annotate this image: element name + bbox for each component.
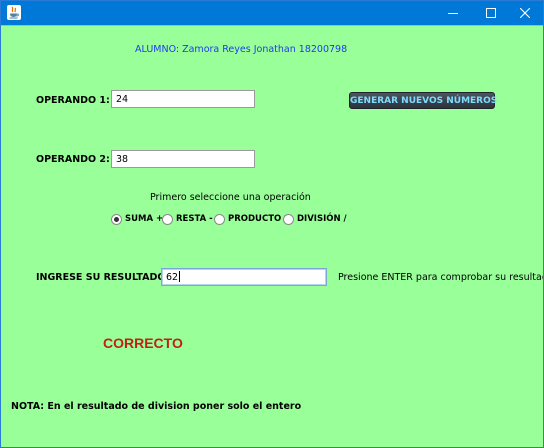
operand1-value: 24 — [116, 94, 129, 105]
close-icon — [520, 8, 530, 18]
division-note: NOTA: En el resultado de division poner … — [11, 401, 302, 412]
main-panel: ALUMNO: Zamora Reyes Jonathan 18200798 O… — [1, 25, 543, 447]
minimize-button[interactable] — [435, 1, 471, 25]
text-caret — [179, 271, 181, 282]
operand1-label: OPERANDO 1: — [36, 95, 110, 106]
radio-division[interactable]: DIVISIÓN / — [283, 212, 347, 226]
title-bar[interactable] — [1, 1, 543, 25]
operation-prompt: Primero seleccione una operación — [150, 192, 311, 203]
radio-unchecked-icon[interactable] — [214, 213, 225, 225]
operand2-label: OPERANDO 2: — [36, 154, 110, 165]
top-divider — [1, 25, 543, 26]
radio-suma-label: SUMA + — [125, 214, 164, 224]
radio-unchecked-icon[interactable] — [162, 213, 173, 225]
radio-producto[interactable]: PRODUCTO * — [214, 212, 289, 226]
student-name: ALUMNO: Zamora Reyes Jonathan 18200798 — [135, 44, 348, 55]
result-input[interactable]: 62 — [161, 268, 327, 286]
maximize-icon — [486, 8, 496, 18]
radio-unchecked-icon[interactable] — [283, 213, 294, 225]
maximize-button[interactable] — [473, 1, 509, 25]
result-label: INGRESE SU RESULTADO: — [36, 272, 170, 283]
radio-resta-label: RESTA - — [176, 214, 213, 224]
radio-division-label: DIVISIÓN / — [297, 214, 347, 224]
result-value: 62 — [166, 272, 179, 283]
close-button[interactable] — [507, 1, 543, 25]
feedback-correct: CORRECTO — [103, 335, 183, 351]
operand2-field[interactable]: 38 — [111, 150, 255, 168]
result-hint: Presione ENTER para comprobar su resulta… — [338, 272, 544, 283]
minimize-icon — [448, 13, 458, 14]
radio-suma[interactable]: SUMA + — [111, 212, 163, 226]
operand2-value: 38 — [116, 154, 129, 165]
generate-numbers-button[interactable]: GENERAR NUEVOS NÚMEROS — [349, 92, 497, 109]
radio-resta[interactable]: RESTA - — [162, 212, 213, 226]
app-window: ALUMNO: Zamora Reyes Jonathan 18200798 O… — [0, 0, 544, 448]
java-icon — [7, 5, 21, 20]
radio-checked-icon[interactable] — [111, 213, 122, 225]
radio-producto-label: PRODUCTO * — [228, 214, 289, 224]
operand1-field[interactable]: 24 — [111, 90, 255, 108]
